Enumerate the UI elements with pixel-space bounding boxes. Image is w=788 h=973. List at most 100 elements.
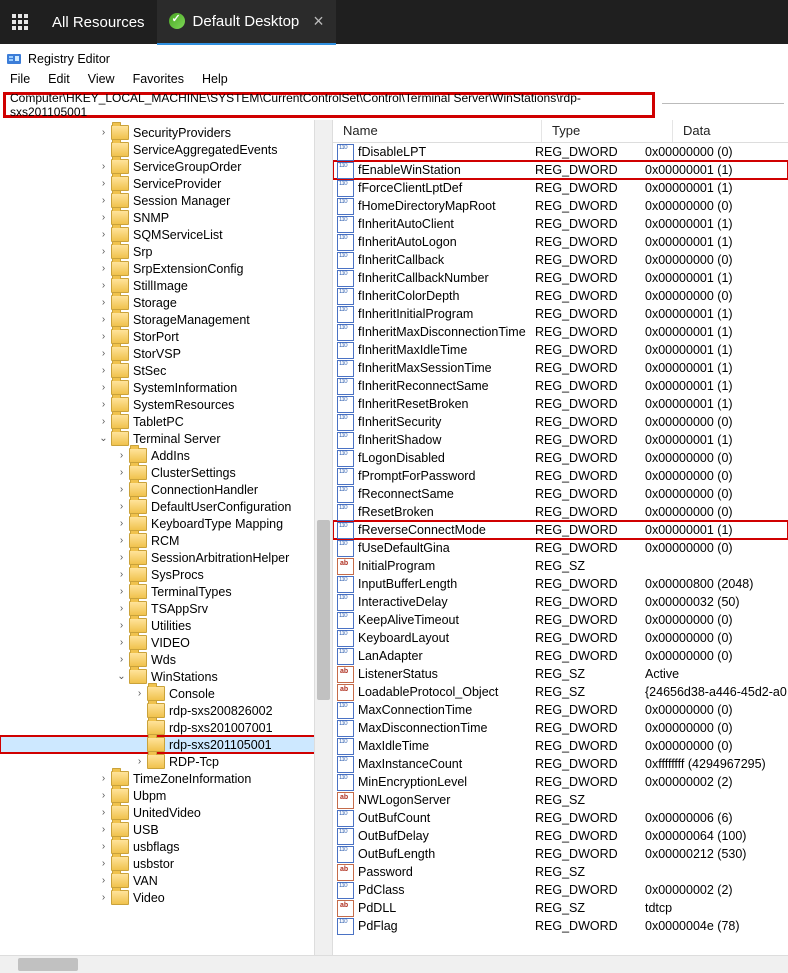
chevron-right-icon[interactable]: ›	[98, 790, 109, 801]
tree-node[interactable]: ›Srp	[0, 243, 332, 260]
tree-node[interactable]: ›Ubpm	[0, 787, 332, 804]
tree-node[interactable]: ⌄WinStations	[0, 668, 332, 685]
tree-node[interactable]: ›TimeZoneInformation	[0, 770, 332, 787]
tree-node[interactable]: ServiceAggregatedEvents	[0, 141, 332, 158]
value-row[interactable]: PdDLLREG_SZtdtcp	[333, 899, 788, 917]
tree-node[interactable]: ›Utilities	[0, 617, 332, 634]
chevron-right-icon[interactable]: ›	[98, 382, 109, 393]
chevron-right-icon[interactable]: ›	[98, 365, 109, 376]
menu-help[interactable]: Help	[194, 70, 236, 90]
chevron-right-icon[interactable]: ›	[98, 246, 109, 257]
value-row[interactable]: KeyboardLayoutREG_DWORD0x00000000 (0)	[333, 629, 788, 647]
chevron-right-icon[interactable]: ›	[116, 535, 127, 546]
value-row[interactable]: fInheritSecurityREG_DWORD0x00000000 (0)	[333, 413, 788, 431]
chevron-right-icon[interactable]: ›	[98, 399, 109, 410]
tree-node[interactable]: ›Video	[0, 889, 332, 906]
close-icon[interactable]: ×	[313, 11, 324, 32]
value-row[interactable]: fReconnectSameREG_DWORD0x00000000 (0)	[333, 485, 788, 503]
chevron-right-icon[interactable]: ›	[116, 620, 127, 631]
tree-node[interactable]: ›TSAppSrv	[0, 600, 332, 617]
tree-node[interactable]: ›TabletPC	[0, 413, 332, 430]
value-row[interactable]: fForceClientLptDefREG_DWORD0x00000001 (1…	[333, 179, 788, 197]
tree-node[interactable]: ›KeyboardType Mapping	[0, 515, 332, 532]
chevron-right-icon[interactable]: ›	[98, 348, 109, 359]
chevron-right-icon[interactable]: ›	[116, 467, 127, 478]
chevron-right-icon[interactable]: ›	[116, 518, 127, 529]
value-row[interactable]: InitialProgramREG_SZ	[333, 557, 788, 575]
tree-node[interactable]: ›SNMP	[0, 209, 332, 226]
col-name[interactable]: Name	[333, 120, 542, 142]
value-row[interactable]: fInheritAutoLogonREG_DWORD0x00000001 (1)	[333, 233, 788, 251]
value-row[interactable]: fInheritMaxSessionTimeREG_DWORD0x0000000…	[333, 359, 788, 377]
value-row[interactable]: PdClassREG_DWORD0x00000002 (2)	[333, 881, 788, 899]
value-row[interactable]: fPromptForPasswordREG_DWORD0x00000000 (0…	[333, 467, 788, 485]
chevron-down-icon[interactable]: ⌄	[98, 433, 109, 444]
tab-default-desktop[interactable]: Default Desktop ×	[157, 0, 336, 45]
tree-node[interactable]: ›StorPort	[0, 328, 332, 345]
chevron-right-icon[interactable]: ›	[98, 858, 109, 869]
chevron-right-icon[interactable]: ›	[116, 654, 127, 665]
tree-node[interactable]: ›StorVSP	[0, 345, 332, 362]
tree-node[interactable]: ⌄Terminal Server	[0, 430, 332, 447]
chevron-right-icon[interactable]: ›	[116, 501, 127, 512]
tree-node[interactable]: ›ServiceGroupOrder	[0, 158, 332, 175]
value-row[interactable]: fInheritAutoClientREG_DWORD0x00000001 (1…	[333, 215, 788, 233]
tree-node[interactable]: ›usbstor	[0, 855, 332, 872]
chevron-right-icon[interactable]: ›	[98, 314, 109, 325]
menu-edit[interactable]: Edit	[40, 70, 78, 90]
value-row[interactable]: InteractiveDelayREG_DWORD0x00000032 (50)	[333, 593, 788, 611]
chevron-right-icon[interactable]: ›	[98, 178, 109, 189]
value-row[interactable]: fReverseConnectModeREG_DWORD0x00000001 (…	[333, 521, 788, 539]
value-row[interactable]: KeepAliveTimeoutREG_DWORD0x00000000 (0)	[333, 611, 788, 629]
value-row[interactable]: fInheritResetBrokenREG_DWORD0x00000001 (…	[333, 395, 788, 413]
tree-node[interactable]: rdp-sxs201105001	[0, 736, 332, 753]
chevron-right-icon[interactable]: ›	[116, 450, 127, 461]
value-row[interactable]: OutBufDelayREG_DWORD0x00000064 (100)	[333, 827, 788, 845]
value-row[interactable]: fInheritMaxDisconnectionTimeREG_DWORD0x0…	[333, 323, 788, 341]
tree-node[interactable]: ›USB	[0, 821, 332, 838]
chevron-down-icon[interactable]: ⌄	[116, 671, 127, 682]
tree-node[interactable]: rdp-sxs201007001	[0, 719, 332, 736]
tree-node[interactable]: ›StillImage	[0, 277, 332, 294]
chevron-right-icon[interactable]: ›	[116, 586, 127, 597]
value-row[interactable]: fResetBrokenREG_DWORD0x00000000 (0)	[333, 503, 788, 521]
value-row[interactable]: fLogonDisabledREG_DWORD0x00000000 (0)	[333, 449, 788, 467]
value-row[interactable]: ListenerStatusREG_SZActive	[333, 665, 788, 683]
value-row[interactable]: OutBufCountREG_DWORD0x00000006 (6)	[333, 809, 788, 827]
value-row[interactable]: MinEncryptionLevelREG_DWORD0x00000002 (2…	[333, 773, 788, 791]
scroll-thumb[interactable]	[18, 958, 78, 971]
tree-node[interactable]: ›AddIns	[0, 447, 332, 464]
chevron-right-icon[interactable]: ›	[98, 127, 109, 138]
value-row[interactable]: PasswordREG_SZ	[333, 863, 788, 881]
value-row[interactable]: fHomeDirectoryMapRootREG_DWORD0x00000000…	[333, 197, 788, 215]
tree-node[interactable]: ›Storage	[0, 294, 332, 311]
value-row[interactable]: fInheritCallbackREG_DWORD0x00000000 (0)	[333, 251, 788, 269]
tree-node[interactable]: ›VAN	[0, 872, 332, 889]
value-row[interactable]: InputBufferLengthREG_DWORD0x00000800 (20…	[333, 575, 788, 593]
tree-node[interactable]: ›SystemResources	[0, 396, 332, 413]
value-row[interactable]: fInheritColorDepthREG_DWORD0x00000000 (0…	[333, 287, 788, 305]
chevron-right-icon[interactable]: ›	[98, 416, 109, 427]
chevron-right-icon[interactable]: ›	[98, 807, 109, 818]
tree-node[interactable]: ›Wds	[0, 651, 332, 668]
value-row[interactable]: fDisableLPTREG_DWORD0x00000000 (0)	[333, 143, 788, 161]
tree-node[interactable]: ›SysProcs	[0, 566, 332, 583]
value-row[interactable]: MaxIdleTimeREG_DWORD0x00000000 (0)	[333, 737, 788, 755]
tree-node[interactable]: ›UnitedVideo	[0, 804, 332, 821]
tree-node[interactable]: ›ConnectionHandler	[0, 481, 332, 498]
menu-file[interactable]: File	[2, 70, 38, 90]
value-row[interactable]: fEnableWinStationREG_DWORD0x00000001 (1)	[333, 161, 788, 179]
value-row[interactable]: OutBufLengthREG_DWORD0x00000212 (530)	[333, 845, 788, 863]
chevron-right-icon[interactable]: ›	[98, 229, 109, 240]
tree-node[interactable]: ›SystemInformation	[0, 379, 332, 396]
chevron-right-icon[interactable]: ›	[116, 569, 127, 580]
tree-node[interactable]: ›TerminalTypes	[0, 583, 332, 600]
tree-node[interactable]: ›ServiceProvider	[0, 175, 332, 192]
chevron-right-icon[interactable]: ›	[98, 263, 109, 274]
menu-view[interactable]: View	[80, 70, 123, 90]
chevron-right-icon[interactable]: ›	[116, 637, 127, 648]
waffle-icon[interactable]	[0, 0, 40, 44]
col-data[interactable]: Data	[673, 120, 788, 142]
tree-scrollbar[interactable]	[314, 120, 332, 973]
tree-node[interactable]: ›SrpExtensionConfig	[0, 260, 332, 277]
